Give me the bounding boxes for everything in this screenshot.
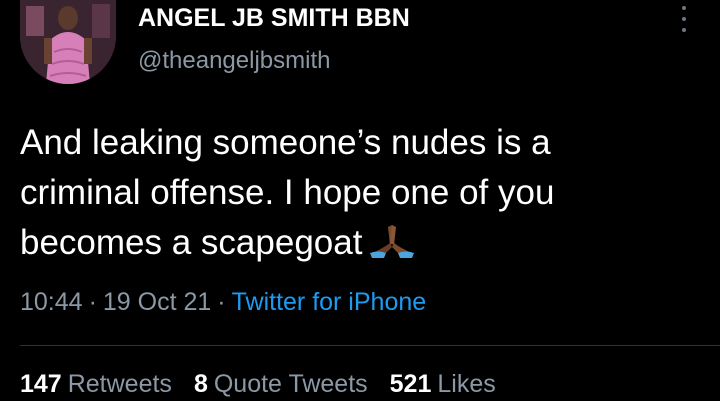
quote-tweets-stat[interactable]: 8 Quote Tweets [194,370,368,398]
retweets-stat[interactable]: 147 Retweets [20,370,172,398]
retweets-count: 147 [20,370,62,398]
tweet-line: And leaking someone’s nudes is a [20,123,551,162]
likes-count: 521 [389,370,432,398]
avatar[interactable] [20,0,116,84]
display-name[interactable]: ANGEL JB SMITH BBN [138,4,410,33]
user-handle[interactable]: @theangeljbsmith [138,47,330,75]
more-options-icon[interactable] [674,6,694,32]
folded-hands-icon [370,224,415,258]
quote-tweets-label: Quote Tweets [213,370,368,398]
tweet-date[interactable]: 19 Oct 21 [103,288,211,316]
tweet-source-link[interactable]: Twitter for iPhone [232,288,427,316]
tweet-time[interactable]: 10:44 [20,288,83,316]
likes-stat[interactable]: 521 Likes [390,370,496,398]
tweet-text: And leaking someone’s nudes is a crimina… [20,118,710,268]
divider [20,345,720,346]
separator: · [88,288,97,316]
separator: · [217,288,226,316]
retweets-label: Retweets [67,370,172,398]
tweet-meta: 10:44 · 19 Oct 21 · Twitter for iPhone [20,288,426,317]
tweet-line-last: becomes a scapegoat [20,218,710,268]
tweet-stats: 147 Retweets 8 Quote Tweets 521 Likes [20,370,518,399]
likes-label: Likes [437,370,496,398]
tweet-line: criminal offense. I hope one of you [20,173,555,212]
quote-tweets-count: 8 [193,370,208,398]
avatar-image [20,0,116,84]
